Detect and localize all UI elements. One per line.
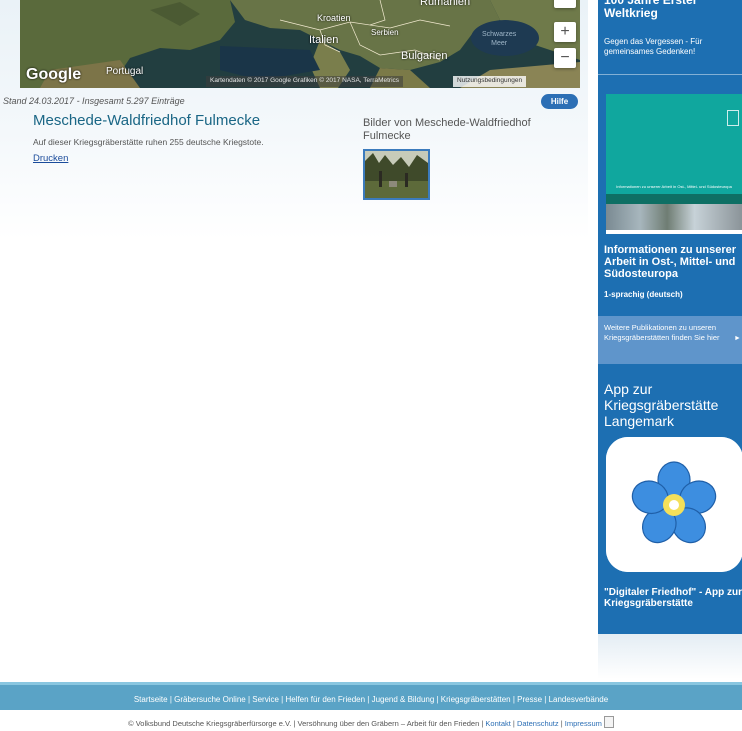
datenschutz-link[interactable]: Datenschutz	[517, 719, 559, 728]
map-label-italien: Italien	[309, 34, 339, 46]
zoom-out-button[interactable]: −	[554, 48, 576, 68]
copyright-text: © Volksbund Deutsche Kriegsgräberfürsorg…	[128, 719, 486, 728]
sidebar-divider	[598, 74, 742, 75]
pdf-icon[interactable]	[603, 716, 614, 728]
forget-me-not-app-icon[interactable]	[606, 437, 742, 572]
help-button[interactable]: Hilfe	[541, 94, 578, 109]
brochure-logo-mark	[727, 110, 739, 126]
app-teaser-title: App zur Kriegsgräberstätte Langemark	[604, 381, 719, 429]
more-publications-link[interactable]: Weitere Publikationen zu unseren Kriegsg…	[598, 316, 742, 364]
copyright-row: © Volksbund Deutsche Kriegsgräberfürsorg…	[0, 713, 742, 731]
map-attribution: Kartendaten © 2017 Google Grafiken © 201…	[206, 76, 404, 87]
entries-status: Stand 24.03.2017 - Insgesamt 5.297 Eintr…	[3, 96, 185, 106]
map-label-sea: Schwarzes Meer	[482, 31, 517, 47]
more-publications-text: Weitere Publikationen zu unseren Kriegsg…	[604, 323, 720, 342]
status-row: Stand 24.03.2017 - Insgesamt 5.297 Eintr…	[0, 94, 580, 110]
footer-nav: Startseite | Gräbersuche Online | Servic…	[0, 682, 742, 710]
brochure-band	[606, 194, 742, 204]
sidebar-fade	[598, 634, 742, 679]
ww1-teaser-title[interactable]: 100 Jahre Erster Weltkrieg	[604, 0, 740, 20]
brochure-cover-image[interactable]: Informationen zu unserer Arbeit in Ost-,…	[606, 94, 742, 234]
cemetery-title: Meschede-Waldfriedhof Fulmecke	[33, 112, 261, 129]
map-label-kroatien: Kroatien	[317, 13, 351, 23]
brochure-language: 1-sprachig (deutsch)	[604, 290, 683, 299]
map-label-bulgarien: Bulgarien	[401, 50, 448, 62]
map-control-button[interactable]	[554, 0, 576, 8]
photo-image	[365, 151, 428, 198]
cemetery-photo-thumbnail[interactable]	[363, 149, 430, 200]
cemetery-info: Auf dieser Kriegsgräberstätte ruhen 255 …	[33, 137, 264, 147]
brochure-cover-top	[606, 94, 742, 194]
map-label-rumaenien: Rumänien	[420, 0, 471, 8]
zoom-in-button[interactable]: +	[554, 22, 576, 42]
flower-icon	[606, 437, 742, 572]
page: Rumänien Kroatien Serbien Italien Bulgar…	[0, 0, 742, 731]
app-teaser-caption[interactable]: "Digitaler Friedhof" - App zur Kriegsgrä…	[604, 587, 742, 609]
map-terms-link[interactable]: Nutzungsbedingungen	[453, 76, 527, 87]
brochure-title[interactable]: Informationen zu unserer Arbeit in Ost-,…	[604, 244, 742, 280]
main-content: Rumänien Kroatien Serbien Italien Bulgar…	[0, 0, 588, 240]
brochure-photos	[606, 204, 742, 230]
footer-nav-links[interactable]: Startseite | Gräbersuche Online | Servic…	[0, 695, 742, 704]
brochure-cover-text: Informationen zu unserer Arbeit in Ost-,…	[616, 184, 732, 189]
map-label-portugal: Portugal	[106, 66, 144, 77]
impressum-link[interactable]: Impressum	[565, 719, 602, 728]
map-label-serbien: Serbien	[371, 28, 399, 37]
arrow-right-icon: ►	[734, 335, 741, 342]
kontakt-link[interactable]: Kontakt	[485, 719, 510, 728]
ww1-teaser-subtitle: Gegen das Vergessen - Für gemeinsames Ge…	[604, 37, 703, 56]
map-provider-logo: Google	[26, 66, 82, 83]
photos-title: Bilder von Meschede-Waldfriedhof Fulmeck…	[363, 117, 531, 142]
print-link[interactable]: Drucken	[33, 153, 68, 164]
map[interactable]: Rumänien Kroatien Serbien Italien Bulgar…	[20, 0, 580, 88]
